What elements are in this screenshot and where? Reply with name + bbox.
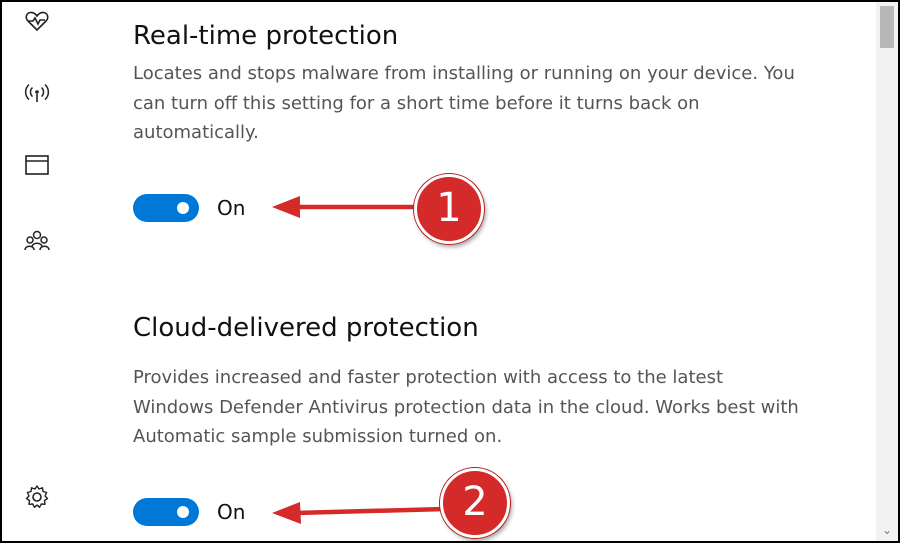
desc-line: Automatic sample submission turned on. [133, 426, 503, 447]
annotation-badge-1: 1 [414, 174, 484, 244]
vertical-scrollbar[interactable]: ⌄ [876, 2, 898, 541]
app-browser-icon[interactable] [24, 152, 50, 178]
toggle-knob [177, 506, 189, 518]
desc-line: Windows Defender Antivirus protection da… [133, 396, 799, 418]
left-nav [0, 0, 80, 543]
toggle-row-realtime: On [133, 193, 245, 223]
desc-line: automatically. [133, 122, 259, 143]
desc-line: can turn off this setting for a short ti… [133, 92, 700, 114]
realtime-protection-toggle[interactable] [133, 194, 199, 222]
toggle-row-cloud: On [133, 497, 245, 527]
settings-gear-icon[interactable] [24, 484, 50, 510]
wireless-signal-icon[interactable] [24, 81, 50, 107]
annotation-badge-2: 2 [440, 468, 510, 538]
family-icon[interactable] [24, 228, 50, 254]
heart-pulse-icon[interactable] [24, 8, 50, 34]
cloud-protection-toggle[interactable] [133, 498, 199, 526]
toggle-state-label: On [217, 500, 246, 524]
section-title-realtime: Real-time protection [133, 21, 399, 51]
section-desc-realtime: Locates and stops malware from installin… [133, 59, 873, 148]
toggle-state-label: On [217, 196, 246, 220]
scroll-down-arrow-icon[interactable]: ⌄ [876, 523, 898, 537]
window: { "nav": { "icons": ["heart-pulse-icon",… [0, 0, 900, 543]
section-title-cloud: Cloud-delivered protection [133, 313, 479, 343]
desc-line: Provides increased and faster protection… [133, 367, 724, 388]
desc-line: Locates and stops malware from installin… [133, 63, 795, 84]
section-desc-cloud: Provides increased and faster protection… [133, 363, 873, 452]
scrollbar-thumb[interactable] [880, 6, 894, 48]
toggle-knob [177, 202, 189, 214]
